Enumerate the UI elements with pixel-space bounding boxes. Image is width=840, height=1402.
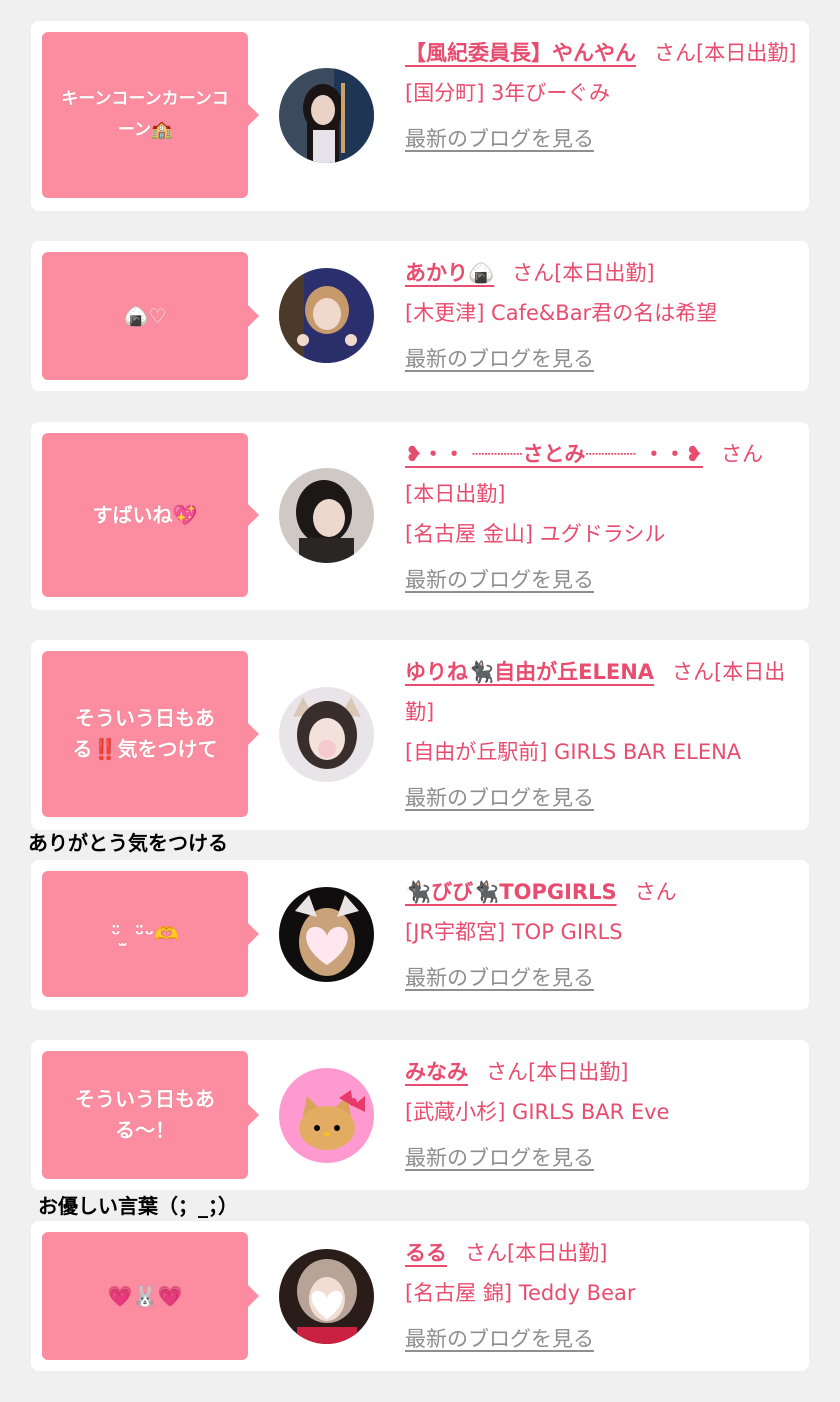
latest-blog-link[interactable]: 最新のブログを見る [405, 119, 799, 159]
entry-info: 🐈‍⬛びび🐈‍⬛TOPGIRLS さん [JR宇都宮] TOP GIRLS 最新の… [405, 872, 799, 998]
shop-text: [名古屋 錦] Teddy Bear [405, 1281, 636, 1305]
honorific: さん [512, 261, 555, 285]
comment-text: そういう日もある‼️気をつけて [72, 706, 218, 761]
girl-name-link[interactable]: ゆりね🐈‍⬛自由が丘ELENA [405, 660, 654, 684]
honorific: さん [654, 41, 696, 65]
entry-info: あかり🍙 さん[本日出勤] [木更津] Cafe&Bar君の名は希望 最新のブログ… [405, 253, 799, 379]
portrait-peace-sign-icon [279, 268, 374, 363]
status-text: [本日出勤] [507, 1241, 608, 1265]
comment-bubble: ᵕ̈ ̫ ᵕ̈ᵕ🫶 [42, 871, 259, 997]
portrait-short-hair-icon [279, 468, 374, 563]
honorific: さん [486, 1060, 528, 1084]
shop-text: [JR宇都宮] TOP GIRLS [405, 920, 623, 944]
latest-blog-link[interactable]: 最新のブログを見る [405, 1319, 799, 1359]
girl-name-link[interactable]: ❥・・ ┈┈┈┈さとみ┈┈┈┈ ・・❥ [405, 442, 703, 466]
honorific: さん [465, 1241, 507, 1265]
shop-text: [自由が丘駅前] GIRLS BAR ELENA [405, 740, 742, 764]
entry-info: ❥・・ ┈┈┈┈さとみ┈┈┈┈ ・・❥ さん [本日出勤] [名古屋 金山] ユグ… [405, 434, 799, 600]
girl-name-link[interactable]: 【風紀委員長】やんやん [405, 41, 636, 65]
status-text: [本日出勤] [696, 41, 797, 65]
reply-note: ありがとう気をつける [28, 831, 228, 855]
avatar[interactable] [279, 468, 374, 563]
entry-info: みなみ さん[本日出勤] [武蔵小杉] GIRLS BAR Eve 最新のブログを… [405, 1052, 799, 1178]
latest-blog-link[interactable]: 最新のブログを見る [405, 958, 799, 998]
blog-card: すばいね💖 ❥・・ ┈┈┈┈さとみ┈┈┈┈ ・・❥ さん [本日出勤] [名古屋 … [31, 422, 809, 610]
honorific: さん [634, 880, 677, 904]
blog-card: そういう日もある〜！ みなみ さん[本日出勤] [武蔵小杉] GIRLS BAR … [31, 1040, 809, 1190]
entry-info: 【風紀委員長】やんやん さん[本日出勤] [国分町] 3年びーぐみ 最新のブログを… [405, 33, 799, 159]
comment-text: すばいね💖 [92, 502, 198, 527]
status-text: [本日出勤] [405, 482, 506, 506]
avatar[interactable] [279, 1249, 374, 1344]
portrait-heart-mask-icon [279, 1249, 374, 1344]
status-text: [本日出勤] [554, 261, 655, 285]
comment-text: 🍙♡ [123, 303, 167, 328]
avatar[interactable] [279, 1068, 374, 1163]
blog-card: 💗🐰💗 るる さん[本日出勤] [名古屋 錦] Teddy Bear 最新のブログ… [31, 1221, 809, 1371]
portrait-cat-ears-icon [279, 687, 374, 782]
blog-card: 🍙♡ あかり🍙 さん[本日出勤] [木更津] Cafe&Bar君の名は希望 最新の… [31, 241, 809, 391]
avatar[interactable] [279, 887, 374, 982]
honorific: さん [720, 442, 763, 466]
latest-blog-link[interactable]: 最新のブログを見る [405, 560, 799, 600]
reply-note: お優しい言葉（；_；） [38, 1194, 238, 1218]
latest-blog-link[interactable]: 最新のブログを見る [405, 778, 799, 818]
shop-text: [名古屋 金山] ユグドラシル [405, 522, 666, 546]
girl-name-link[interactable]: 🐈‍⬛びび🐈‍⬛TOPGIRLS [405, 880, 617, 904]
shop-text: [国分町] 3年びーぐみ [405, 81, 611, 105]
avatar[interactable] [279, 68, 374, 163]
latest-blog-link[interactable]: 最新のブログを見る [405, 339, 799, 379]
girl-name-link[interactable]: みなみ [405, 1060, 468, 1084]
entry-info: るる さん[本日出勤] [名古屋 錦] Teddy Bear 最新のブログを見る [405, 1233, 799, 1359]
latest-blog-link[interactable]: 最新のブログを見る [405, 1138, 799, 1178]
comment-text: そういう日もある〜！ [75, 1087, 215, 1142]
comment-bubble: すばいね💖 [42, 433, 259, 597]
girl-name-link[interactable]: るる [405, 1241, 447, 1265]
comment-bubble: 🍙♡ [42, 252, 259, 380]
shop-text: [武蔵小杉] GIRLS BAR Eve [405, 1100, 670, 1124]
kitty-character-icon [279, 1068, 374, 1163]
comment-text: キーンコーンカーンコーン🏫 [61, 89, 229, 140]
avatar[interactable] [279, 687, 374, 782]
comment-bubble: そういう日もある〜！ [42, 1051, 259, 1179]
comment-bubble: そういう日もある‼️気をつけて [42, 651, 259, 817]
comment-text: ᵕ̈ ̫ ᵕ̈ᵕ🫶 [110, 921, 180, 946]
blog-card: そういう日もある‼️気をつけて ゆりね🐈‍⬛自由が丘ELENA さん[本日出勤] … [31, 640, 809, 830]
blog-card: キーンコーンカーンコーン🏫 【風紀委員長】やんやん さん[本日出勤] [国分町] … [31, 21, 809, 211]
avatar[interactable] [279, 268, 374, 363]
comment-bubble: キーンコーンカーンコーン🏫 [42, 32, 259, 198]
entry-info: ゆりね🐈‍⬛自由が丘ELENA さん[本日出勤] [自由が丘駅前] GIRLS B… [405, 652, 799, 818]
girl-name-link[interactable]: あかり🍙 [405, 261, 494, 285]
status-text: [本日出勤] [528, 1060, 629, 1084]
blog-card: ᵕ̈ ̫ ᵕ̈ᵕ🫶 🐈‍⬛びび🐈‍⬛TOPGIRLS さん [JR宇都宮] TOP… [31, 860, 809, 1010]
portrait-heart-face-icon [279, 887, 374, 982]
shop-text: [木更津] Cafe&Bar君の名は希望 [405, 301, 718, 325]
comment-text: 💗🐰💗 [107, 1283, 183, 1308]
honorific: さん [672, 660, 715, 684]
comment-bubble: 💗🐰💗 [42, 1232, 259, 1360]
portrait-dark-hair-icon [279, 68, 374, 163]
